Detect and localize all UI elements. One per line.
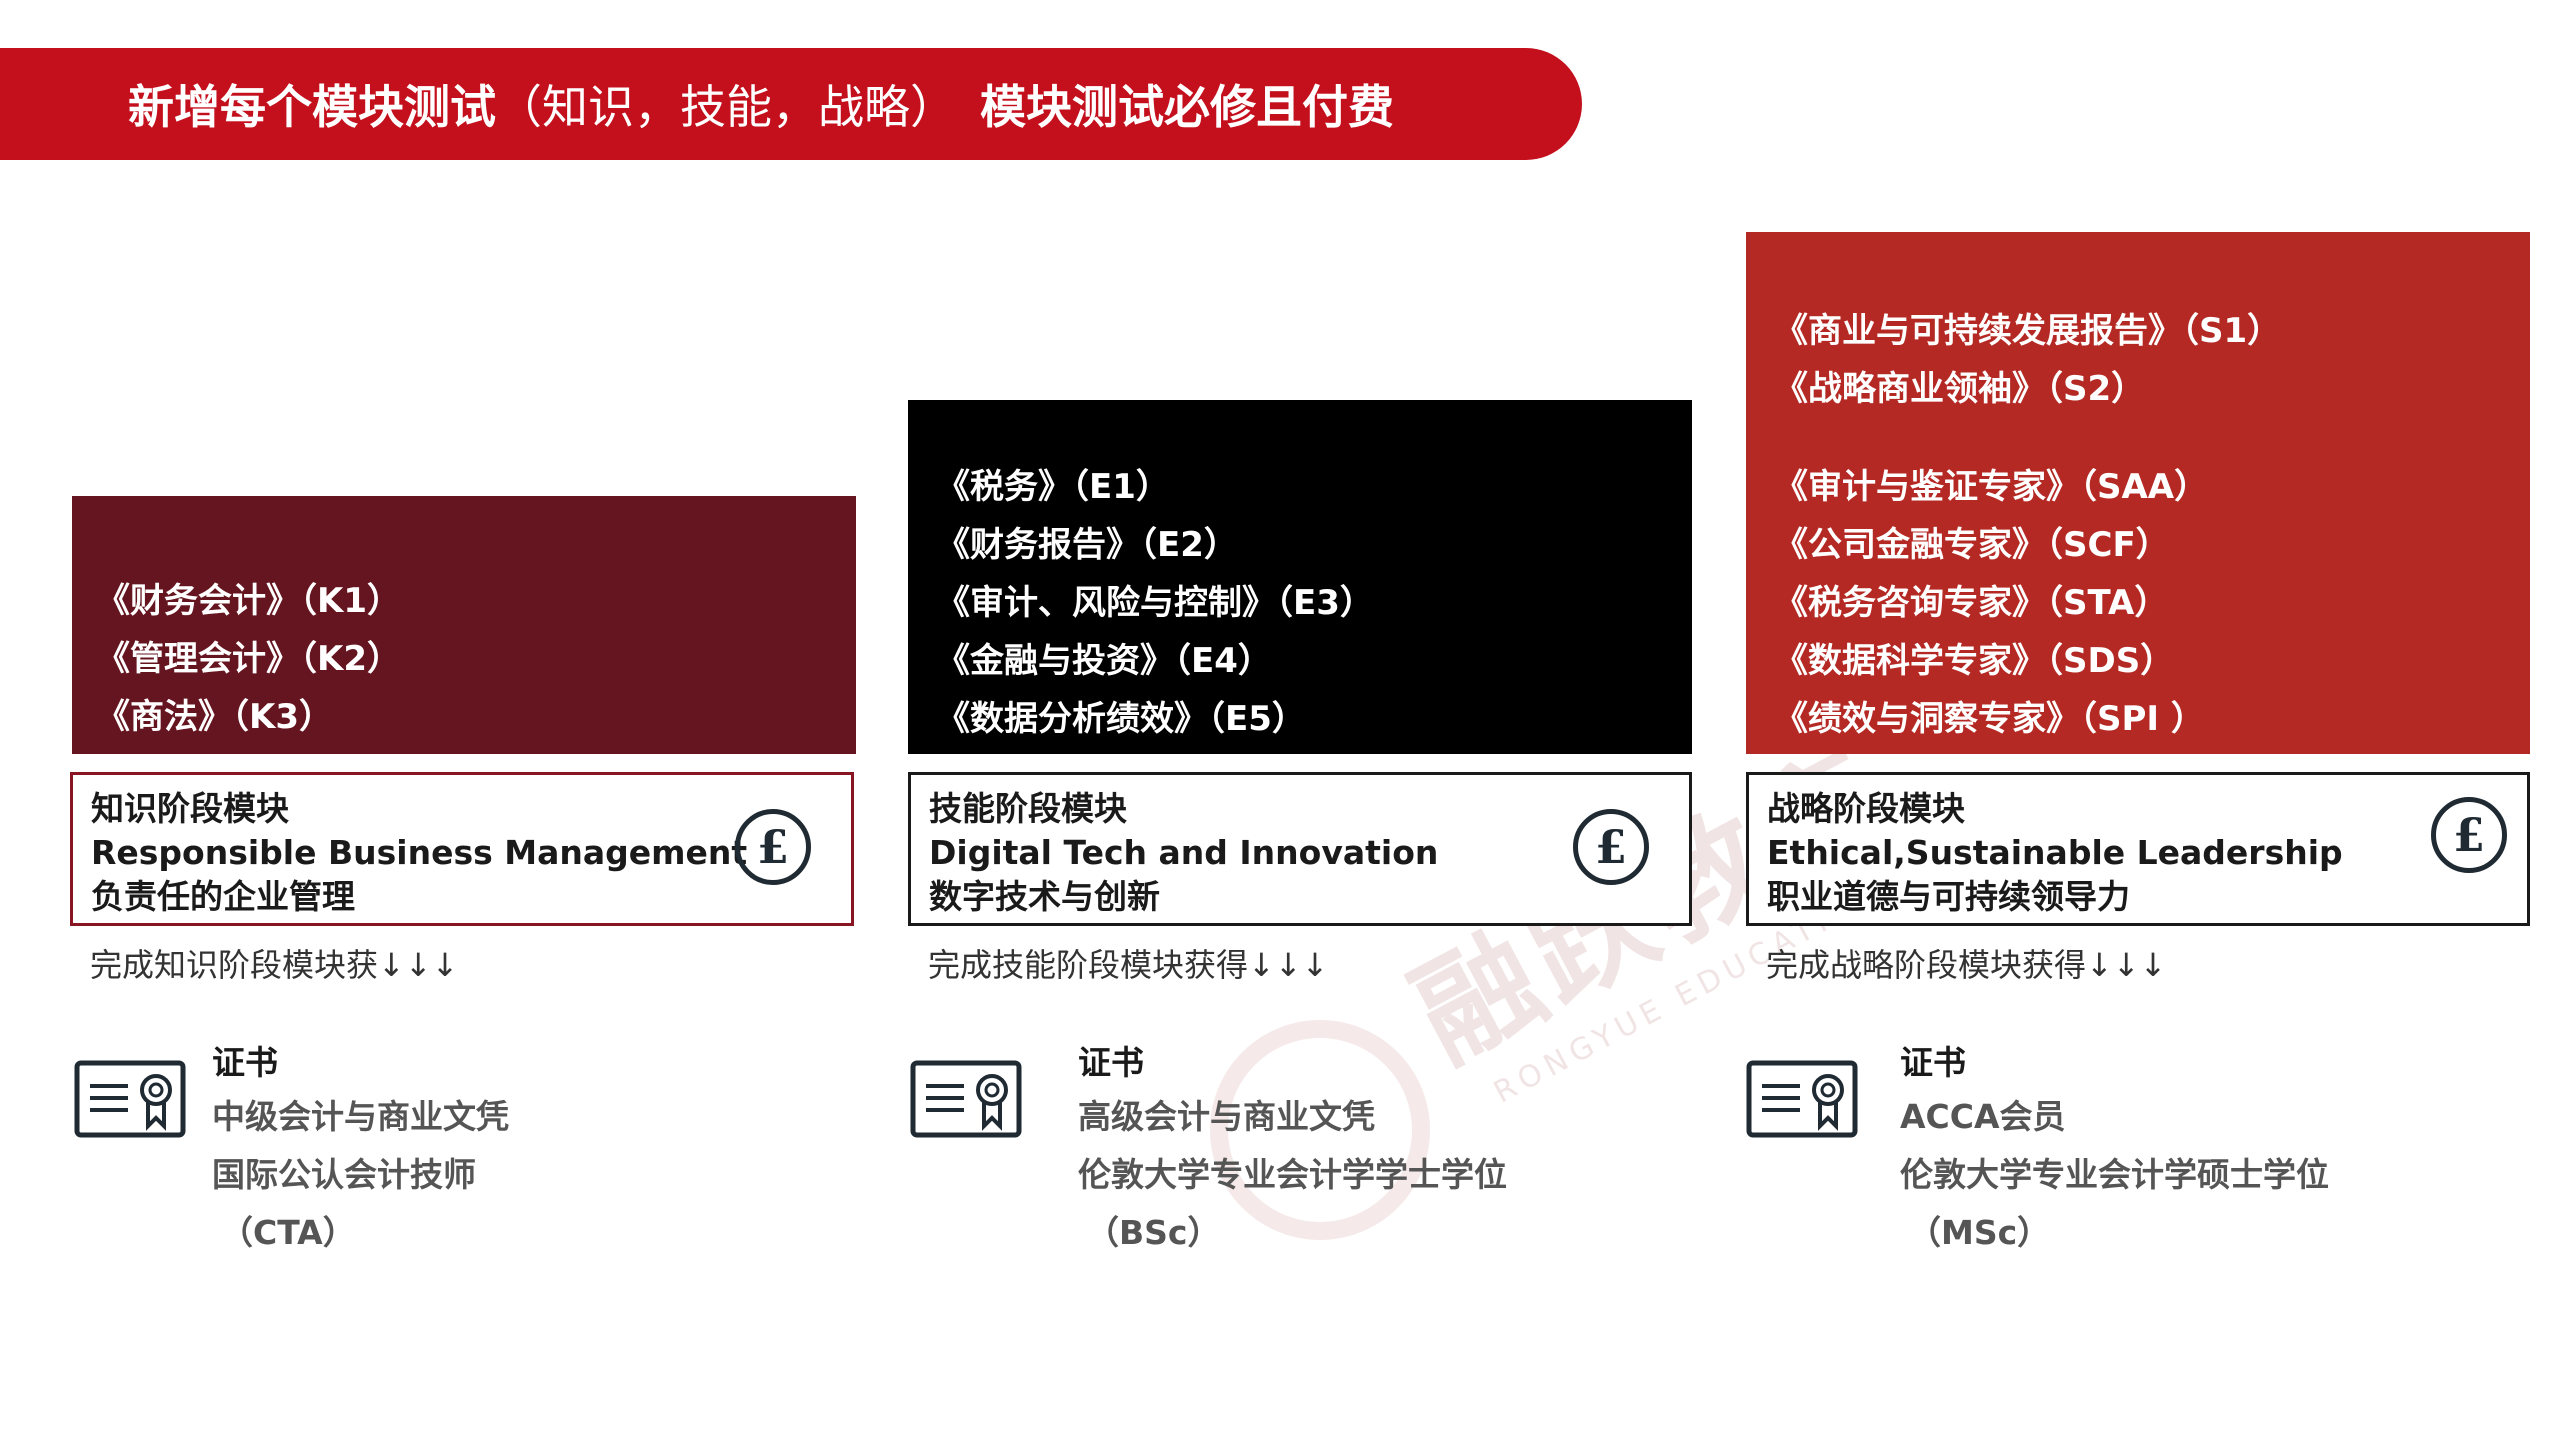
cert-heading: 证书 <box>1900 1043 1966 1082</box>
certificate-icon <box>74 1060 186 1138</box>
banner-note: 模块测试必修且付费 <box>980 80 1394 134</box>
pound-icon: £ <box>2431 797 2507 873</box>
strategic-certificates: 证书 ACCA会员 伦敦大学专业会计学硕士学位 （MSc） <box>1900 1038 2329 1262</box>
stage-chinese-name: 负责任的企业管理 <box>91 877 355 916</box>
module-item: 《商业与可持续发展报告》（S1） <box>1774 311 2282 351</box>
skills-modules-box: 《税务》（E1） 《财务报告》（E2） 《审计、风险与控制》（E3） 《金融与投… <box>908 400 1692 754</box>
cert-line: （CTA） <box>220 1213 356 1252</box>
module-item: 《审计与鉴证专家》（SAA） <box>1774 467 2209 507</box>
module-item: 《绩效与洞察专家》（SPI ） <box>1774 699 2205 739</box>
banner-subtitle: （知识，技能，战略） <box>496 80 956 134</box>
knowledge-stage-card: 知识阶段模块 Responsible Business Management 负… <box>70 772 854 926</box>
module-item: 《税务》（E1） <box>936 467 1170 507</box>
module-item: 《税务咨询专家》（STA） <box>1774 583 2169 623</box>
cert-heading: 证书 <box>212 1043 278 1082</box>
header-banner: 新增每个模块测试 （知识，技能，战略） 模块测试必修且付费 <box>0 48 1582 160</box>
module-item: 《金融与投资》（E4） <box>936 641 1272 681</box>
cert-line: 中级会计与商业文凭 <box>212 1097 509 1136</box>
skills-certificates: 证书 高级会计与商业文凭 伦敦大学专业会计学学士学位 （BSc） <box>1078 1038 1507 1262</box>
module-item: 《战略商业领袖》（S2） <box>1774 369 2146 409</box>
module-item: 《公司金融专家》（SCF） <box>1774 525 2170 565</box>
stage-title: 技能阶段模块 <box>929 789 1127 828</box>
stage-english-name: Ethical,Sustainable Leadership <box>1767 833 2343 872</box>
pound-icon: £ <box>735 809 811 885</box>
cert-line: ACCA会员 <box>1900 1097 2066 1136</box>
module-item: 《商法》（K3） <box>96 697 334 737</box>
cert-line: 国际公认会计技师 <box>212 1155 476 1194</box>
module-item: 《财务会计》（K1） <box>96 581 402 621</box>
cert-line: 高级会计与商业文凭 <box>1078 1097 1375 1136</box>
skills-complete-note: 完成技能阶段模块获得↓↓↓ <box>928 946 1329 984</box>
knowledge-complete-note: 完成知识阶段模块获↓↓↓ <box>90 946 459 984</box>
cert-line: （BSc） <box>1086 1213 1221 1252</box>
knowledge-certificates: 证书 中级会计与商业文凭 国际公认会计技师 （CTA） <box>212 1038 509 1262</box>
module-item: 《审计、风险与控制》（E3） <box>936 583 1374 623</box>
module-item: 《数据科学专家》（SDS） <box>1774 641 2175 681</box>
strategic-stage-card: 战略阶段模块 Ethical,Sustainable Leadership 职业… <box>1746 772 2530 926</box>
certificate-icon <box>1746 1060 1858 1138</box>
strategic-complete-note: 完成战略阶段模块获得↓↓↓ <box>1766 946 2167 984</box>
banner-title: 新增每个模块测试 <box>128 80 496 134</box>
certificate-icon <box>910 1060 1022 1138</box>
stage-title: 知识阶段模块 <box>91 789 289 828</box>
cert-line: 伦敦大学专业会计学硕士学位 <box>1900 1155 2329 1194</box>
cert-heading: 证书 <box>1078 1043 1144 1082</box>
stage-chinese-name: 数字技术与创新 <box>929 877 1160 916</box>
module-item: 《数据分析绩效》（E5） <box>936 699 1306 739</box>
stage-title: 战略阶段模块 <box>1767 789 1965 828</box>
module-item: 《管理会计》（K2） <box>96 639 402 679</box>
knowledge-modules-box: 《财务会计》（K1） 《管理会计》（K2） 《商法》（K3） <box>72 496 856 754</box>
module-item: 《财务报告》（E2） <box>936 525 1238 565</box>
stage-chinese-name: 职业道德与可持续领导力 <box>1767 877 2130 916</box>
cert-line: （MSc） <box>1908 1213 2051 1252</box>
pound-icon: £ <box>1573 809 1649 885</box>
strategic-modules-box: 《商业与可持续发展报告》（S1） 《战略商业领袖》（S2） 《审计与鉴证专家》（… <box>1746 232 2530 754</box>
skills-stage-card: 技能阶段模块 Digital Tech and Innovation 数字技术与… <box>908 772 1692 926</box>
cert-line: 伦敦大学专业会计学学士学位 <box>1078 1155 1507 1194</box>
